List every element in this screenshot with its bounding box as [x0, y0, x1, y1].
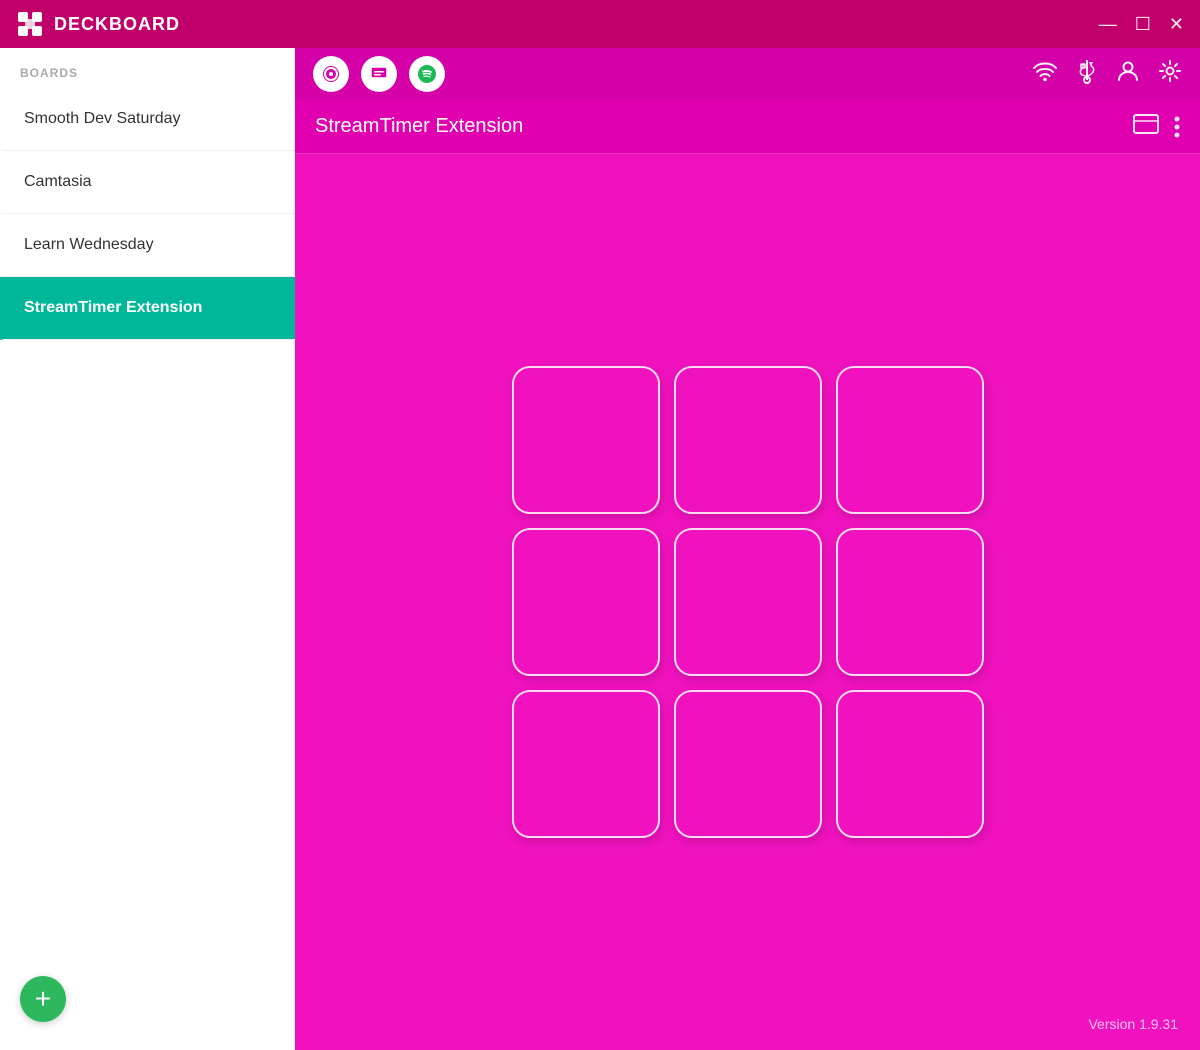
sidebar-item-label: Camtasia	[24, 173, 92, 190]
sidebar: BOARDS Smooth Dev Saturday Camtasia Lear…	[0, 48, 295, 1050]
add-board-button[interactable]: +	[20, 976, 66, 1022]
sidebar-item-label: Smooth Dev Saturday	[24, 110, 181, 127]
usb-icon[interactable]	[1076, 58, 1098, 90]
grid-button-9[interactable]	[836, 690, 984, 838]
obs-icon[interactable]	[313, 56, 349, 92]
button-grid	[512, 366, 984, 838]
grid-button-1[interactable]	[512, 366, 660, 514]
grid-button-8[interactable]	[674, 690, 822, 838]
grid-button-4[interactable]	[512, 528, 660, 676]
grid-button-5[interactable]	[674, 528, 822, 676]
grid-button-6[interactable]	[836, 528, 984, 676]
board-title-bar: StreamTimer Extension	[295, 100, 1200, 154]
chat-icon[interactable]	[361, 56, 397, 92]
app-title: DECKBOARD	[54, 14, 180, 35]
spotify-icon[interactable]	[409, 56, 445, 92]
title-bar-left: DECKBOARD	[16, 10, 180, 38]
toolbar	[295, 48, 1200, 100]
sidebar-item-label: Learn Wednesday	[24, 236, 154, 253]
content-area: StreamTimer Extension	[295, 48, 1200, 1050]
sidebar-item-streamtimer-extension[interactable]: StreamTimer Extension	[0, 277, 295, 340]
toolbar-right-icons	[1032, 58, 1182, 90]
sidebar-item-learn-wednesday[interactable]: Learn Wednesday	[0, 214, 295, 277]
sidebar-item-label: StreamTimer Extension	[24, 299, 202, 316]
title-bar: DECKBOARD — ☐ ✕	[0, 0, 1200, 48]
main-layout: BOARDS Smooth Dev Saturday Camtasia Lear…	[0, 48, 1200, 1050]
wifi-icon[interactable]	[1032, 60, 1058, 88]
grid-button-2[interactable]	[674, 366, 822, 514]
minimize-button[interactable]: —	[1099, 15, 1117, 33]
grid-button-3[interactable]	[836, 366, 984, 514]
sidebar-item-smooth-dev-saturday[interactable]: Smooth Dev Saturday	[0, 88, 295, 151]
version-label: Version 1.9.31	[1088, 1016, 1178, 1032]
maximize-button[interactable]: ☐	[1135, 15, 1151, 33]
account-icon[interactable]	[1116, 59, 1140, 89]
grid-button-7[interactable]	[512, 690, 660, 838]
more-options-icon[interactable]	[1174, 116, 1180, 138]
layout-icon[interactable]	[1132, 113, 1160, 141]
sidebar-item-camtasia[interactable]: Camtasia	[0, 151, 295, 214]
title-bar-controls: — ☐ ✕	[1099, 15, 1184, 33]
close-button[interactable]: ✕	[1169, 15, 1184, 33]
settings-icon[interactable]	[1158, 59, 1182, 89]
board-title: StreamTimer Extension	[315, 115, 523, 138]
grid-area	[295, 154, 1200, 1050]
board-title-actions	[1132, 113, 1180, 141]
boards-section-label: BOARDS	[0, 48, 295, 88]
deckboard-logo	[16, 10, 44, 38]
